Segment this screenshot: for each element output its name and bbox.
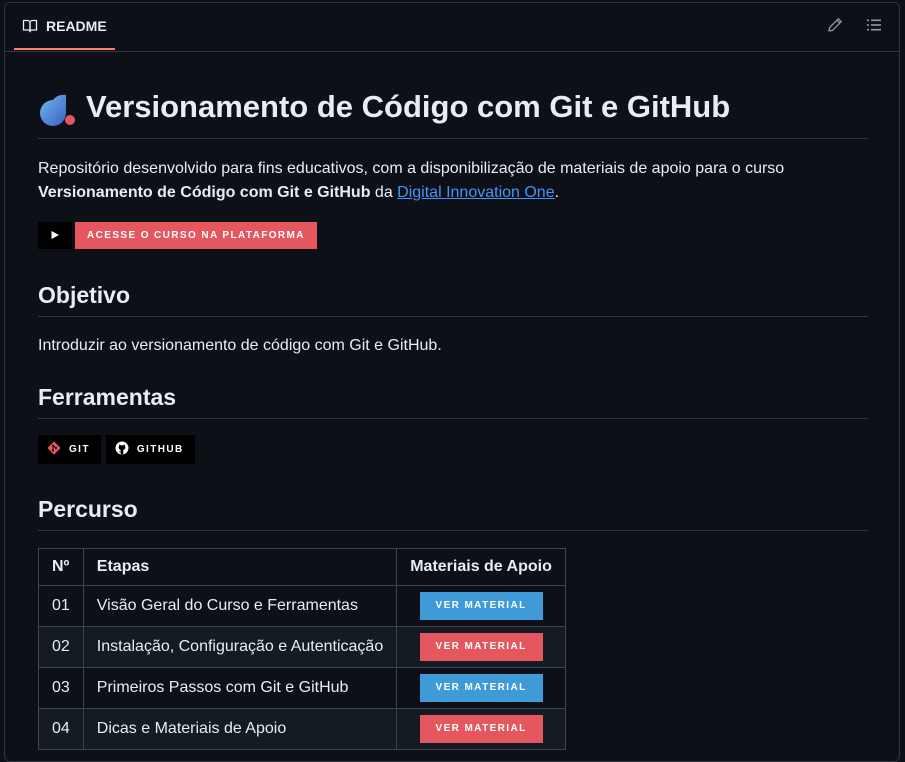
course-name: Versionamento de Código com Git e GitHub bbox=[38, 184, 371, 201]
table-row: 01 Visão Geral do Curso e Ferramentas VE… bbox=[38, 585, 566, 627]
view-material-button[interactable]: VER MATERIAL bbox=[419, 715, 543, 743]
git-badge[interactable]: GIT bbox=[38, 435, 101, 464]
step-title: Dicas e Materiais de Apoio bbox=[82, 708, 398, 750]
material-cell: VER MATERIAL bbox=[396, 626, 566, 668]
step-number: 03 bbox=[38, 667, 84, 709]
table-row: 03 Primeiros Passos com Git e GitHub VER… bbox=[38, 667, 566, 709]
github-badge[interactable]: GITHUB bbox=[105, 435, 195, 464]
page-title: Versionamento de Código com Git e GitHub bbox=[86, 89, 731, 124]
column-header-number: Nº bbox=[38, 548, 84, 586]
intro-period: . bbox=[554, 184, 560, 201]
step-title: Visão Geral do Curso e Ferramentas bbox=[82, 585, 398, 627]
path-heading: Percurso bbox=[38, 493, 868, 531]
column-header-materials: Materiais de Apoio bbox=[396, 548, 566, 586]
material-cell: VER MATERIAL bbox=[396, 708, 566, 750]
step-number: 02 bbox=[38, 626, 84, 668]
readme-header: README bbox=[5, 3, 899, 52]
tab-readme-label: README bbox=[46, 17, 107, 34]
tools-heading: Ferramentas bbox=[38, 381, 868, 419]
step-number: 01 bbox=[38, 585, 84, 627]
view-material-button[interactable]: VER MATERIAL bbox=[419, 674, 543, 702]
git-icon bbox=[47, 441, 61, 458]
table-row: 04 Dicas e Materiais de Apoio VER MATERI… bbox=[38, 708, 566, 750]
outline-button[interactable] bbox=[862, 15, 886, 39]
github-icon bbox=[115, 441, 129, 458]
step-number: 04 bbox=[38, 708, 84, 750]
material-cell: VER MATERIAL bbox=[396, 667, 566, 709]
pencil-icon bbox=[827, 17, 843, 38]
table-header-row: Nº Etapas Materiais de Apoio bbox=[38, 548, 566, 586]
view-material-button[interactable]: VER MATERIAL bbox=[419, 633, 543, 661]
intro-connector: da bbox=[370, 184, 398, 201]
readme-title-row: Versionamento de Código com Git e GitHub bbox=[38, 87, 868, 139]
readme-panel: README Versionamento de Código com Git e… bbox=[4, 2, 900, 762]
view-material-button[interactable]: VER MATERIAL bbox=[419, 592, 543, 620]
intro-paragraph: Repositório desenvolvido para fins educa… bbox=[38, 157, 868, 205]
dio-logo bbox=[38, 87, 78, 127]
tab-readme[interactable]: README bbox=[14, 3, 115, 50]
intro-text: Repositório desenvolvido para fins educa… bbox=[38, 160, 785, 177]
list-icon bbox=[866, 17, 882, 38]
material-cell: VER MATERIAL bbox=[396, 585, 566, 627]
course-platform-button[interactable]: ACESSE O CURSO NA PLATAFORMA bbox=[75, 222, 317, 249]
objective-text: Introduzir ao versionamento de código co… bbox=[38, 337, 442, 354]
github-badge-label: GITHUB bbox=[136, 444, 184, 455]
play-button[interactable] bbox=[38, 222, 72, 249]
tools-badges: GIT GITHUB bbox=[38, 435, 195, 464]
course-badge: ACESSE O CURSO NA PLATAFORMA bbox=[38, 222, 317, 249]
book-icon bbox=[22, 18, 38, 34]
course-steps-table: Nº Etapas Materiais de Apoio 01 Visão Ge… bbox=[38, 548, 566, 750]
step-title: Instalação, Configuração e Autenticação bbox=[82, 626, 398, 668]
objective-heading: Objetivo bbox=[38, 279, 868, 317]
edit-file-button[interactable] bbox=[823, 15, 847, 39]
step-title: Primeiros Passos com Git e GitHub bbox=[82, 667, 398, 709]
table-row: 02 Instalação, Configuração e Autenticaç… bbox=[38, 626, 566, 668]
play-icon bbox=[50, 227, 60, 245]
column-header-steps: Etapas bbox=[82, 548, 398, 586]
git-badge-label: GIT bbox=[69, 444, 90, 455]
dio-link[interactable]: Digital Innovation One bbox=[397, 184, 554, 201]
